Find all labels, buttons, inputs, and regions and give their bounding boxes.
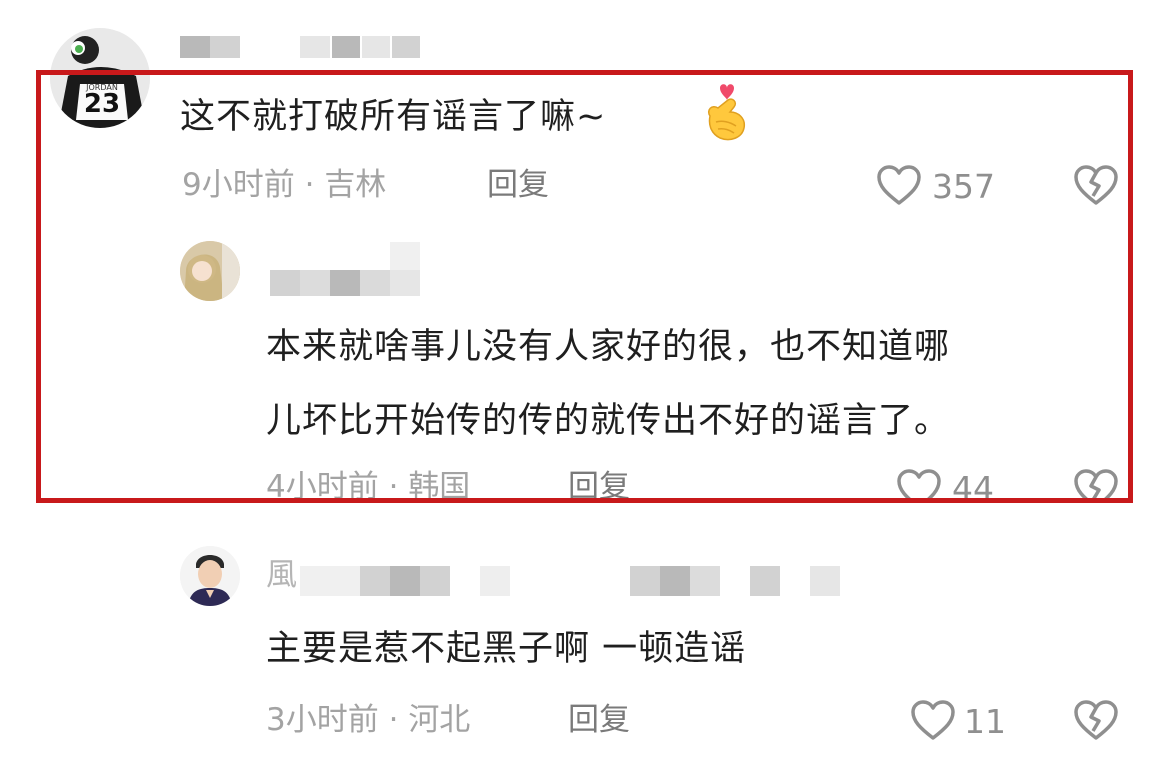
username-blur: [420, 566, 450, 596]
username-blur: [750, 566, 780, 596]
avatar[interactable]: [180, 546, 240, 606]
username-blur: [362, 36, 390, 58]
like-count: 11: [964, 702, 1006, 741]
username-blur: [690, 566, 720, 596]
like-heart-icon[interactable]: [910, 699, 956, 741]
username-blur: [392, 36, 420, 58]
reply-timestamp: 3小时前 · 河北: [266, 705, 470, 736]
reply-button[interactable]: 回复: [568, 705, 630, 736]
username-blur: [660, 566, 690, 596]
username-blur: [210, 36, 240, 58]
username-blur: [180, 36, 210, 58]
username-blur: [300, 36, 330, 58]
dislike-broken-heart-icon[interactable]: [1073, 699, 1119, 741]
location-label: 河北: [408, 702, 471, 738]
username-blur: [810, 566, 840, 596]
username-blur: [360, 566, 390, 596]
man-avatar: [180, 546, 240, 606]
username-blur: [480, 566, 510, 596]
username-blur: [390, 566, 420, 596]
highlight-box: [36, 70, 1133, 503]
time-label: 3小时前: [266, 702, 379, 738]
reply-text: 主要是惹不起黑子啊 一顿造谣: [266, 629, 747, 669]
username-partial: 風: [266, 557, 298, 593]
username-blur: [300, 566, 360, 596]
separator: ·: [388, 702, 399, 738]
username-blur: [630, 566, 660, 596]
username-blur: [332, 36, 360, 58]
